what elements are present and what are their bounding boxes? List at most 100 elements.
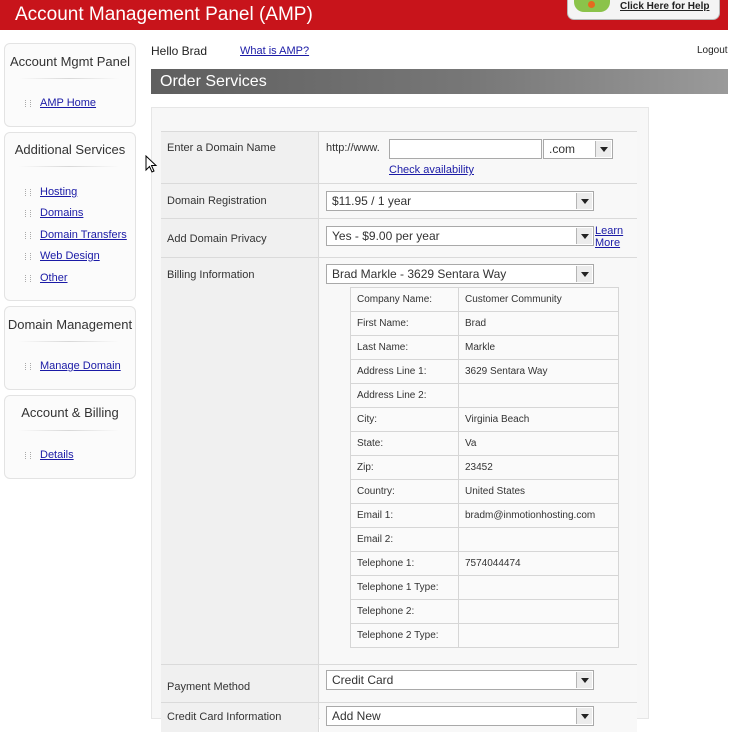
domain-registration-select[interactable]: $11.95 / 1 year xyxy=(326,191,594,211)
billing-field-label: Telephone 2 Type: xyxy=(350,623,459,648)
table-row: Last Name: Markle xyxy=(350,335,619,360)
billing-contact-select[interactable]: Brad Markle - 3629 Sentara Way xyxy=(326,264,594,284)
billing-field-label: State: xyxy=(350,431,459,456)
billing-field-label: First Name: xyxy=(350,311,459,336)
billing-field-label: Address Line 1: xyxy=(350,359,459,384)
sidebar-box-domain-management: Domain Management Manage Domain xyxy=(4,306,136,390)
learn-more-link[interactable]: Learn More xyxy=(595,225,623,249)
billing-field-value xyxy=(458,623,619,648)
tld-select[interactable]: .com xyxy=(543,139,613,159)
chevron-down-icon xyxy=(576,708,592,724)
logout-link[interactable]: Logout xyxy=(697,45,728,56)
sidebar-title: Domain Management xyxy=(7,317,133,332)
field-label: Domain Registration xyxy=(167,195,267,207)
table-row: Address Line 2: xyxy=(350,383,619,408)
billing-field-label: Email 1: xyxy=(350,503,459,528)
billing-field-label: City: xyxy=(350,407,459,432)
table-row: Country: United States xyxy=(350,479,619,504)
field-label: Enter a Domain Name xyxy=(167,142,276,154)
bullet-icon xyxy=(25,275,31,282)
sidebar-box-account-billing: Account & Billing Details xyxy=(4,395,136,479)
help-button[interactable]: Click Here for Help xyxy=(567,0,720,20)
domain-name-input[interactable] xyxy=(389,139,542,159)
billing-field-label: Telephone 1 Type: xyxy=(350,575,459,600)
billing-field-value: bradm@inmotionhosting.com xyxy=(458,503,619,528)
billing-field-value: Va xyxy=(458,431,619,456)
table-row: Email 1: bradm@inmotionhosting.com xyxy=(350,503,619,528)
table-row: Address Line 1: 3629 Sentara Way xyxy=(350,359,619,384)
billing-field-value: 23452 xyxy=(458,455,619,480)
billing-field-label: Telephone 1: xyxy=(350,551,459,576)
field-label: Payment Method xyxy=(167,681,251,693)
table-row: Company Name: Customer Community xyxy=(350,287,619,312)
app-title: Account Management Panel (AMP) xyxy=(15,4,313,25)
table-row: Telephone 1: 7574044474 xyxy=(350,551,619,576)
form-row-credit-card: Credit Card Information Add New xyxy=(161,702,637,732)
table-row: City: Virginia Beach xyxy=(350,407,619,432)
billing-field-label: Address Line 2: xyxy=(350,383,459,408)
table-row: Telephone 1 Type: xyxy=(350,575,619,600)
billing-field-label: Country: xyxy=(350,479,459,504)
divider xyxy=(19,341,119,342)
sidebar-item-domain-transfers[interactable]: Domain Transfers xyxy=(25,229,127,241)
table-row: Email 2: xyxy=(350,527,619,552)
billing-field-value: Markle xyxy=(458,335,619,360)
field-label: Credit Card Information xyxy=(167,711,282,723)
credit-card-select[interactable]: Add New xyxy=(326,706,594,726)
field-label: Billing Information xyxy=(167,269,255,281)
billing-field-label: Company Name: xyxy=(350,287,459,312)
form-row-registration: Domain Registration $11.95 / 1 year xyxy=(161,183,637,218)
table-row: Telephone 2: xyxy=(350,599,619,624)
chevron-down-icon xyxy=(576,228,592,244)
order-form: Enter a Domain Name http://www. .com Che… xyxy=(161,131,637,732)
billing-field-value: 7574044474 xyxy=(458,551,619,576)
sidebar-item-other[interactable]: Other xyxy=(25,272,68,284)
bullet-icon xyxy=(25,452,31,459)
table-row: Zip: 23452 xyxy=(350,455,619,480)
divider xyxy=(19,78,119,79)
domain-privacy-select[interactable]: Yes - $9.00 per year xyxy=(326,226,594,246)
bullet-icon xyxy=(25,253,31,260)
payment-method-select[interactable]: Credit Card xyxy=(326,670,594,690)
sidebar-item-amp-home[interactable]: AMP Home xyxy=(25,97,96,109)
billing-field-value xyxy=(458,383,619,408)
mouse-cursor-icon xyxy=(145,155,158,173)
field-label: Add Domain Privacy xyxy=(167,233,267,245)
divider xyxy=(19,166,119,167)
sidebar-title: Account Mgmt Panel xyxy=(10,54,130,69)
billing-field-value: Customer Community xyxy=(458,287,619,312)
table-row: First Name: Brad xyxy=(350,311,619,336)
greeting: Hello Brad xyxy=(151,44,208,58)
sidebar-item-details[interactable]: Details xyxy=(25,449,74,461)
billing-field-value: 3629 Sentara Way xyxy=(458,359,619,384)
billing-field-value xyxy=(458,599,619,624)
sidebar-item-hosting[interactable]: Hosting xyxy=(25,186,77,198)
billing-field-value xyxy=(458,575,619,600)
billing-field-label: Email 2: xyxy=(350,527,459,552)
divider xyxy=(19,430,119,431)
what-is-amp-link[interactable]: What is AMP? xyxy=(240,45,309,57)
bullet-icon xyxy=(25,210,31,217)
chevron-down-icon xyxy=(576,193,592,209)
sidebar-item-domains[interactable]: Domains xyxy=(25,207,83,219)
bullet-icon xyxy=(25,100,31,107)
sidebar-item-manage-domain[interactable]: Manage Domain xyxy=(25,360,121,372)
billing-details-table: Company Name: Customer Community First Nam… xyxy=(350,287,619,648)
chat-bubble-icon xyxy=(574,0,610,12)
form-row-payment: Payment Method Credit Card xyxy=(161,664,637,702)
billing-field-label: Zip: xyxy=(350,455,459,480)
form-row-domain: Enter a Domain Name http://www. .com Che… xyxy=(161,131,637,183)
bullet-icon xyxy=(25,232,31,239)
billing-field-value xyxy=(458,527,619,552)
billing-field-value: Brad xyxy=(458,311,619,336)
sidebar-box-account-mgmt: Account Mgmt Panel AMP Home xyxy=(4,43,136,127)
chevron-down-icon xyxy=(576,266,592,282)
table-row: Telephone 2 Type: xyxy=(350,623,619,648)
sidebar-item-web-design[interactable]: Web Design xyxy=(25,250,100,262)
section-title: Order Services xyxy=(160,73,267,90)
billing-field-value: United States xyxy=(458,479,619,504)
bullet-icon xyxy=(25,189,31,196)
billing-field-label: Last Name: xyxy=(350,335,459,360)
section-header: Order Services xyxy=(151,69,728,94)
check-availability-link[interactable]: Check availability xyxy=(389,164,474,176)
